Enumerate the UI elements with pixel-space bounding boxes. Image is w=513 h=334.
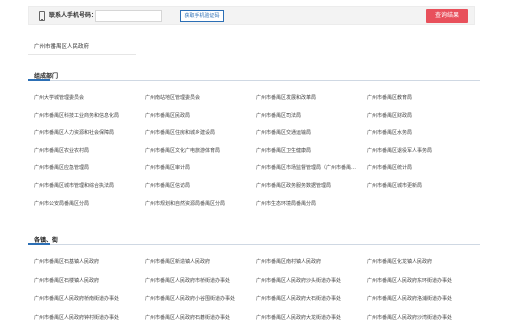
list-item[interactable]: 广州市番禺区人民政府石碁街道办事处	[145, 314, 230, 321]
list-item[interactable]: 广州大学城管理委员会	[34, 94, 84, 101]
list-item[interactable]: 广州市番禺区化龙镇人民政府	[367, 258, 432, 265]
list-item[interactable]: 广州市番禺区人民政府钟村街道办事处	[34, 314, 119, 321]
list-item[interactable]: 广州市番禺区城市管理和综合执法局	[34, 182, 114, 189]
list-item[interactable]: 广州市番禺区石楼镇人民政府	[34, 277, 99, 284]
list-item[interactable]: 广州市番禺区退役军人事务局	[367, 147, 432, 154]
list-item[interactable]: 广州市公安局番禺区分局	[34, 200, 89, 207]
get-code-button[interactable]: 获取手机验证码	[180, 10, 224, 22]
list-item[interactable]: 广州市番禺区石基镇人民政府	[34, 258, 99, 265]
list-item[interactable]: 广州市番禺区人民政府洛浦街道办事处	[367, 295, 452, 302]
code-input[interactable]	[227, 10, 287, 22]
phone-label: 联系人手机号码：	[49, 12, 98, 19]
phone-icon	[39, 11, 45, 21]
list-item[interactable]: 广州市番禺区人民政府沙湾街道办事处	[367, 314, 452, 321]
list-item[interactable]: 广州市生态环境局番禺分局	[256, 200, 316, 207]
list-item[interactable]: 广州市番禺区科技工业商务和信息化局	[34, 112, 119, 119]
list-item[interactable]: 广州市番禺区新造镇人民政府	[145, 258, 210, 265]
list-item[interactable]: 广州市番禺区人民政府大龙街道办事处	[256, 314, 341, 321]
divider	[28, 54, 136, 55]
section-divider	[28, 80, 480, 81]
list-item[interactable]: 广州市番禺区政务服务数据管理局	[256, 182, 331, 189]
list-item[interactable]: 广州市番禺区人民政府大石街道办事处	[256, 295, 341, 302]
section-divider	[28, 244, 480, 245]
list-item[interactable]: 广州市番禺区司法局	[256, 112, 301, 119]
list-item[interactable]: 广州市番禺区人民政府东环街道办事处	[367, 277, 452, 284]
list-item[interactable]: 广州市番禺区人民政府市桥街道办事处	[145, 277, 230, 284]
list-item[interactable]: 广州市番禺区卫生健康局	[256, 147, 311, 154]
list-item[interactable]: 广州市番禺区发展和改革局	[256, 94, 316, 101]
list-item[interactable]: 广州市番禺区住房和城乡建设局	[145, 129, 215, 136]
list-item[interactable]: 广州市番禺区审计局	[145, 164, 190, 171]
list-item[interactable]: 广州市番禺区市场监督管理局（广州市番禺…	[256, 164, 356, 171]
list-item[interactable]: 广州市番禺区民政局	[145, 112, 190, 119]
query-button[interactable]: 查询结果	[426, 9, 468, 23]
list-item[interactable]: 广州市番禺区教育局	[367, 94, 412, 101]
list-item[interactable]: 广州市番禺区人民政府小谷围街道办事处	[145, 295, 235, 302]
list-item[interactable]: 广州市规划和自然资源局番禺区分局	[145, 200, 225, 207]
phone-input[interactable]	[95, 10, 162, 22]
gov-link[interactable]: 广州市番禺区人民政府	[34, 42, 89, 50]
list-item[interactable]: 广州南站地区管理委员会	[145, 94, 200, 101]
section-accent	[28, 79, 50, 81]
section-accent	[28, 243, 50, 245]
list-item[interactable]: 广州市番禺区交通运输局	[256, 129, 311, 136]
list-item[interactable]: 广州市番禺区南村镇人民政府	[256, 258, 321, 265]
list-item[interactable]: 广州市番禺区文化广电旅游体育局	[145, 147, 220, 154]
list-item[interactable]: 广州市番禺区水务局	[367, 129, 412, 136]
list-item[interactable]: 广州市番禺区人力资源和社会保障局	[34, 129, 114, 136]
list-item[interactable]: 广州市番禺区统计局	[367, 164, 412, 171]
list-item[interactable]: 广州市番禺区应急管理局	[34, 164, 89, 171]
list-item[interactable]: 广州市番禺区财政局	[367, 112, 412, 119]
search-bar: 联系人手机号码： 获取手机验证码 查询结果	[28, 6, 475, 25]
list-item[interactable]: 广州市番禺区人民政府沙头街道办事处	[256, 277, 341, 284]
list-item[interactable]: 广州市番禺区人民政府桥南街道办事处	[34, 295, 119, 302]
list-item[interactable]: 广州市番禺区城市更新局	[367, 182, 422, 189]
list-item[interactable]: 广州市番禺区信访局	[145, 182, 190, 189]
list-item[interactable]: 广州市番禺区农业农村局	[34, 147, 89, 154]
